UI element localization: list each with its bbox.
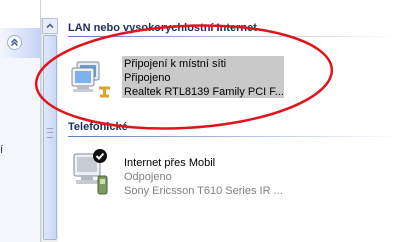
annotation-ellipse xyxy=(34,24,334,130)
